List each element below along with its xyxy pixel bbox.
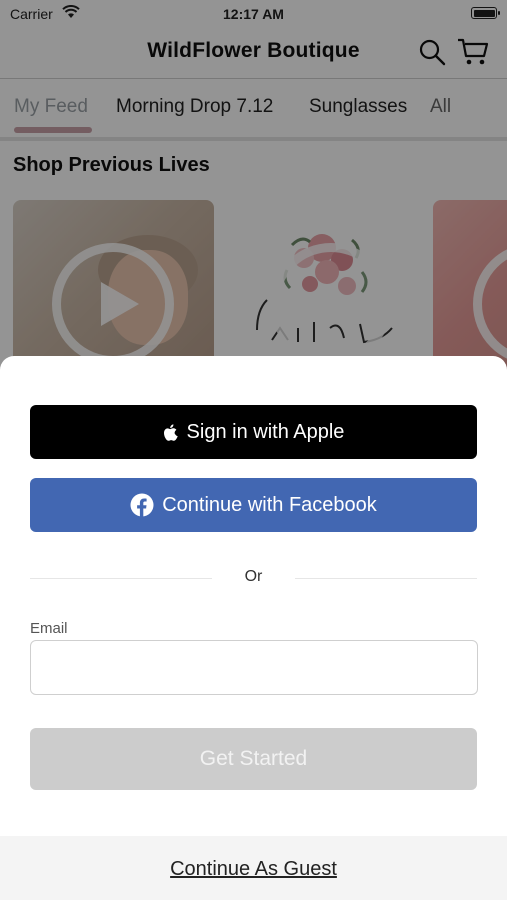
email-field[interactable] [30, 640, 478, 695]
email-label: Email [30, 620, 68, 637]
guest-footer: Continue As Guest [0, 836, 507, 900]
continue-as-guest-link[interactable]: Continue As Guest [0, 858, 507, 881]
facebook-icon [130, 493, 154, 517]
divider-line-right [295, 578, 477, 579]
continue-with-facebook-button[interactable]: Continue with Facebook [30, 478, 477, 532]
or-divider: Or [30, 566, 477, 590]
facebook-button-label: Continue with Facebook [162, 493, 377, 516]
apple-button-label: Sign in with Apple [186, 420, 345, 443]
sign-in-with-apple-button[interactable]: Sign in with Apple [30, 405, 477, 459]
apple-icon [163, 423, 179, 442]
sign-in-sheet: Sign in with Apple Continue with Faceboo… [0, 356, 507, 900]
or-label: Or [244, 568, 263, 585]
get-started-button[interactable]: Get Started [30, 728, 477, 790]
